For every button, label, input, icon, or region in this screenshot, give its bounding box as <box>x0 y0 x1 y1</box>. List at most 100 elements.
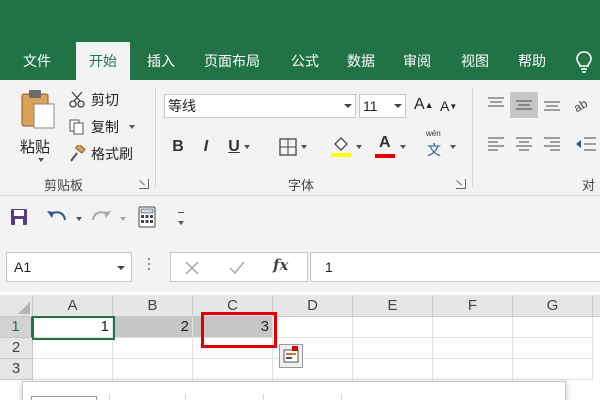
fill-color-button[interactable] <box>326 136 366 158</box>
chevron-down-icon <box>356 145 362 149</box>
insert-function-button[interactable]: fx <box>273 256 288 274</box>
column-header-e[interactable]: E <box>353 295 433 317</box>
cut-button[interactable]: 剪切 <box>68 90 119 110</box>
font-color-icon: A <box>379 134 391 151</box>
tab-formulas[interactable]: 公式 <box>278 42 332 80</box>
column-header-b[interactable]: B <box>113 295 193 317</box>
paste-button[interactable]: 粘贴 <box>16 88 60 164</box>
font-size-value: 11 <box>363 98 378 114</box>
cell-f3[interactable] <box>433 359 513 380</box>
popup-option[interactable] <box>31 396 97 400</box>
tab-home[interactable]: 开始 <box>76 42 130 80</box>
cell-g2[interactable] <box>513 338 593 359</box>
chevron-down-icon <box>344 104 352 108</box>
formula-bar-grip-icon[interactable] <box>148 258 151 274</box>
font-color-button[interactable]: A <box>370 134 410 158</box>
column-header-h[interactable] <box>593 295 600 317</box>
underline-button[interactable]: U <box>222 136 256 158</box>
cell-f2[interactable] <box>433 338 513 359</box>
cell-c2[interactable] <box>193 338 273 359</box>
name-box[interactable]: A1 <box>6 252 132 282</box>
cell-b2[interactable] <box>113 338 193 359</box>
cell-e3[interactable] <box>353 359 433 380</box>
enter-check-icon[interactable] <box>229 261 245 275</box>
align-left-icon[interactable] <box>486 134 506 154</box>
column-header-f[interactable]: F <box>433 295 513 317</box>
quick-analysis-button[interactable] <box>279 344 303 368</box>
copy-icon <box>69 119 84 135</box>
select-all-button[interactable] <box>0 295 33 317</box>
cell-b1[interactable]: 2 <box>113 317 193 338</box>
bold-icon: B <box>172 138 184 155</box>
text-orientation-icon[interactable]: ab <box>572 94 594 114</box>
align-center-icon[interactable] <box>514 134 534 154</box>
underline-icon: U <box>228 138 240 155</box>
font-group-label: 字体 <box>288 178 315 193</box>
chevron-down-icon[interactable] <box>120 217 126 221</box>
row-header-1[interactable]: 1 <box>0 317 33 338</box>
chevron-down-icon[interactable] <box>76 217 82 221</box>
tab-file[interactable]: 文件 <box>10 42 64 80</box>
chevron-down-icon <box>129 125 135 129</box>
format-painter-button[interactable]: 格式刷 <box>68 144 133 164</box>
align-right-icon[interactable] <box>542 134 562 154</box>
align-top-icon[interactable] <box>486 94 506 114</box>
popup-divider <box>185 394 186 400</box>
ribbon-tab-bar: 文件 开始 插入 页面布局 公式 数据 审阅 视图 帮助 <box>0 42 600 80</box>
cell-a3[interactable] <box>33 359 113 380</box>
tab-page-layout[interactable]: 页面布局 <box>192 42 272 80</box>
cell-f1[interactable] <box>433 317 513 338</box>
cell-b3[interactable] <box>113 359 193 380</box>
undo-icon[interactable] <box>46 208 68 226</box>
copy-label: 复制 <box>91 119 119 135</box>
redo-icon[interactable] <box>90 208 112 226</box>
borders-button[interactable] <box>276 136 310 158</box>
row-header-3[interactable]: 3 <box>0 359 33 380</box>
column-header-d[interactable]: D <box>273 295 353 317</box>
group-divider <box>155 88 156 188</box>
cell-e1[interactable] <box>353 317 433 338</box>
shrink-font-button[interactable]: A ▼ <box>440 98 457 114</box>
cell-c1[interactable]: 3 <box>193 317 273 338</box>
quick-access-toolbar <box>0 196 600 240</box>
cell-a2[interactable] <box>33 338 113 359</box>
align-middle-button[interactable] <box>510 92 538 118</box>
cell-e2[interactable] <box>353 338 433 359</box>
formula-input[interactable]: 1 <box>310 252 600 282</box>
font-launcher-icon[interactable] <box>456 179 466 189</box>
phonetic-button[interactable]: wén 文 <box>420 129 460 158</box>
autofill-options-popup <box>22 381 566 400</box>
column-header-g[interactable]: G <box>513 295 593 317</box>
fx-icon: fx <box>273 256 289 274</box>
italic-button[interactable]: I <box>196 136 216 158</box>
font-name-select[interactable]: 等线 <box>164 94 356 118</box>
decrease-indent-icon[interactable] <box>574 134 596 154</box>
bold-button[interactable]: B <box>168 136 188 158</box>
align-bottom-icon[interactable] <box>542 94 562 114</box>
tab-insert[interactable]: 插入 <box>134 42 188 80</box>
cell-d1[interactable] <box>273 317 353 338</box>
borders-icon <box>279 138 297 156</box>
tab-data[interactable]: 数据 <box>334 42 388 80</box>
clipboard-group-label: 剪贴板 <box>44 178 84 193</box>
tab-view[interactable]: 视图 <box>448 42 502 80</box>
chevron-down-icon <box>301 145 307 149</box>
cell-g3[interactable] <box>513 359 593 380</box>
copy-button[interactable]: 复制 <box>68 117 135 137</box>
font-size-select[interactable]: 11 <box>359 94 406 118</box>
lightbulb-icon[interactable] <box>574 50 594 74</box>
customize-toolbar-icon[interactable] <box>178 212 186 225</box>
cancel-icon[interactable] <box>185 261 199 275</box>
tab-help[interactable]: 帮助 <box>505 42 559 80</box>
row-header-2[interactable]: 2 <box>0 338 33 359</box>
cell-c3[interactable] <box>193 359 273 380</box>
column-header-a[interactable]: A <box>33 295 113 317</box>
tab-review[interactable]: 审阅 <box>390 42 444 80</box>
column-header-c[interactable]: C <box>193 295 273 317</box>
calculator-icon[interactable] <box>138 206 156 228</box>
clipboard-launcher-icon[interactable] <box>139 179 149 189</box>
cell-a1[interactable]: 1 <box>33 317 113 338</box>
save-icon[interactable] <box>10 208 28 226</box>
cell-g1[interactable] <box>513 317 593 338</box>
grow-font-button[interactable]: A ▲ <box>414 96 434 114</box>
